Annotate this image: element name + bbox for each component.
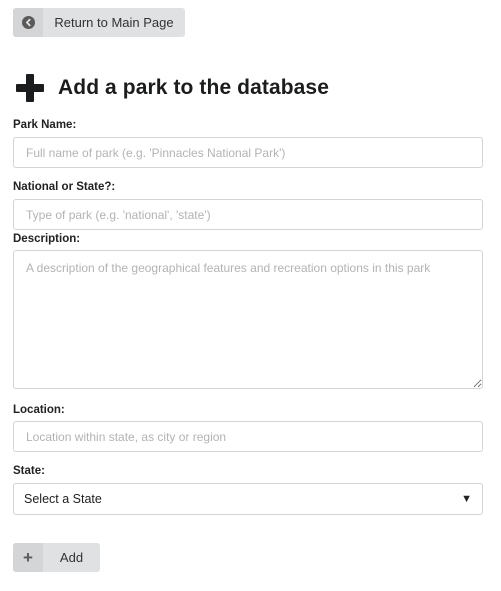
location-input[interactable]	[13, 421, 483, 452]
location-label: Location:	[13, 404, 65, 416]
plus-icon	[16, 74, 44, 102]
state-select[interactable]: Select a State ▼	[13, 483, 483, 515]
state-label: State:	[13, 465, 45, 477]
add-button-label: Add	[59, 550, 84, 565]
park-name-label: Park Name:	[13, 119, 77, 131]
arrow-left-circle-icon	[13, 8, 43, 37]
page-heading: Add a park to the database	[16, 74, 329, 102]
return-to-main-label: Return to Main Page	[54, 15, 174, 30]
park-name-input[interactable]	[13, 137, 483, 168]
plus-icon: +	[13, 543, 43, 572]
caret-down-icon: ▼	[461, 493, 472, 505]
state-select-value: Select a State	[24, 492, 102, 506]
park-type-label: National or State?:	[13, 181, 116, 193]
return-to-main-button[interactable]: Return to Main Page	[13, 8, 185, 37]
park-type-input[interactable]	[13, 199, 483, 230]
description-label: Description:	[13, 233, 81, 245]
page-title: Add a park to the database	[58, 76, 329, 99]
add-button[interactable]: + Add	[13, 543, 100, 572]
description-textarea[interactable]	[13, 250, 483, 389]
